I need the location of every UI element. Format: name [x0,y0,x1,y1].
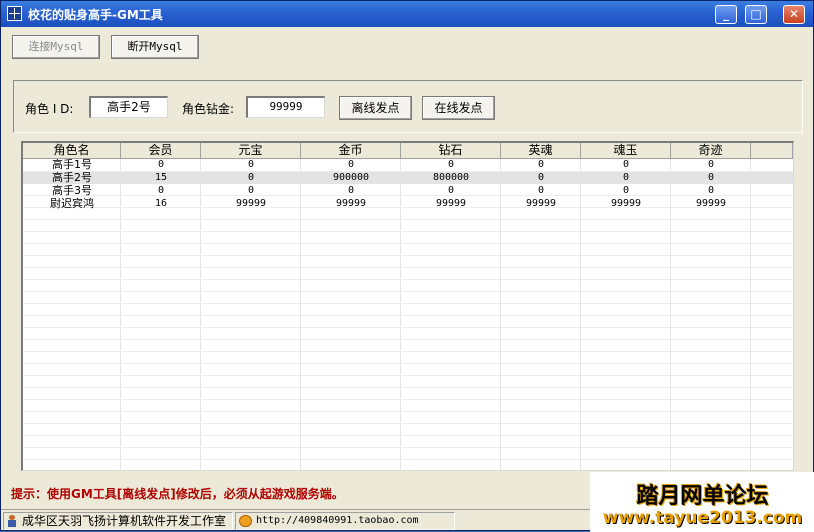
column-header[interactable]: 角色名 [23,143,121,159]
table-cell: 0 [347,185,355,196]
diamond-label: 角色钻金: [182,102,235,116]
table-cell: 99999 [610,198,642,209]
online-send-button[interactable]: 在线发点 [422,96,495,120]
close-button[interactable]: ✕ [783,5,805,24]
hint-text: 提示：使用GM工具[离线发点]修改后，必须从起游戏服务端。 [11,487,344,501]
watermark-url: www.tayue2013.com [602,508,803,528]
grid-row-line [23,267,793,268]
table-cell: 0 [447,185,455,196]
status-studio-text: 成华区天羽飞扬计算机软件开发工作室 [22,514,227,528]
table-row[interactable]: 高手2号 15 0 900000 800000 0 0 0 [23,171,793,184]
table-cell: 0 [707,172,715,183]
grid-row-line [23,255,793,256]
table-cell: 0 [247,159,255,170]
grid-row-line [23,411,793,412]
table-cell: 0 [707,185,715,196]
grid-row-line [23,447,793,448]
offline-send-button[interactable]: 离线发点 [339,96,412,120]
maximize-button[interactable]: □ [745,5,767,24]
table-cell: 99999 [525,198,557,209]
table-cell: 16 [154,198,168,209]
connect-mysql-button[interactable]: 连接Mysql [12,35,100,59]
grid-row-line [23,351,793,352]
table-cell: 高手2号 [52,171,92,184]
grid-row-line [23,387,793,388]
title-bar[interactable]: 校花的贴身高手-GM工具 _ □ ✕ [1,1,813,27]
role-id-input[interactable]: 高手2号 [89,96,168,118]
column-header-filler [751,143,793,159]
table-cell: 0 [537,185,545,196]
column-header[interactable]: 英魂 [501,143,581,159]
grid-row-line [23,399,793,400]
table-cell: 0 [707,159,715,170]
grid-header: 角色名 会员 元宝 金币 钻石 英魂 魂玉 奇迹 [23,143,793,159]
diamond-input[interactable]: 99999 [246,96,325,118]
grid-row-line [23,279,793,280]
person-icon [7,515,17,527]
table-cell: 0 [622,185,630,196]
grid-row-line [23,459,793,460]
table-row[interactable]: 尉迟宾鸿 16 99999 99999 99999 99999 99999 99999 [23,197,793,210]
column-header[interactable]: 会员 [121,143,201,159]
grid-row-line [23,375,793,376]
table-cell: 0 [157,159,165,170]
table-cell: 0 [537,159,545,170]
column-header[interactable]: 金币 [301,143,401,159]
table-cell: 尉迟宾鸿 [50,197,94,210]
table-cell: 900000 [332,172,370,183]
grid-row-line [23,303,793,304]
table-cell: 99999 [235,198,267,209]
watermark-title: 踏月网单论坛 [636,484,769,509]
table-cell: 0 [157,185,165,196]
status-url-text[interactable]: http://409840991.taobao.com [256,515,419,526]
table-cell: 0 [537,172,545,183]
table-cell: 99999 [335,198,367,209]
column-header[interactable]: 元宝 [201,143,301,159]
window-title: 校花的贴身高手-GM工具 [28,8,163,22]
table-cell: 0 [447,159,455,170]
disconnect-mysql-button[interactable]: 断开Mysql [111,35,199,59]
table-cell: 0 [347,159,355,170]
column-header[interactable]: 奇迹 [671,143,751,159]
forum-watermark: 踏月网单论坛 www.tayue2013.com [590,472,814,532]
table-cell: 高手1号 [52,158,92,171]
table-cell: 0 [247,185,255,196]
grid-row-line [23,327,793,328]
table-cell: 高手3号 [52,184,92,197]
minimize-button[interactable]: _ [715,5,737,24]
table-cell: 0 [622,172,630,183]
table-cell: 99999 [695,198,727,209]
table-cell: 800000 [432,172,470,183]
column-header[interactable]: 钻石 [401,143,501,159]
app-icon [7,6,22,21]
grid-row-line [23,231,793,232]
grid-row-line [23,219,793,220]
grid-row-line [23,423,793,424]
table-cell: 99999 [435,198,467,209]
status-url-pane[interactable]: http://409840991.taobao.com [235,512,455,530]
table-row[interactable]: 高手3号 0 0 0 0 0 0 0 [23,184,793,197]
grid-row-line [23,315,793,316]
main-window: 校花的贴身高手-GM工具 _ □ ✕ 连接Mysql 断开Mysql 角色 I … [0,0,814,532]
grid-row-line [23,339,793,340]
browser-icon [239,515,252,527]
table-cell: 15 [154,172,168,183]
grid-row-line [23,363,793,364]
grid-row-line [23,291,793,292]
role-data-grid[interactable]: 高手1号 0 0 0 0 0 0 0 高手2号 15 0 900000 800000 0 0 0 高手3号 0 0 0… [21,141,794,471]
grid-row-line [23,243,793,244]
status-studio-pane: 成华区天羽飞扬计算机软件开发工作室 [3,512,233,530]
role-id-label: 角色 I D: [25,102,74,116]
table-cell: 0 [622,159,630,170]
column-header[interactable]: 魂玉 [581,143,671,159]
table-cell: 0 [247,172,255,183]
table-row[interactable]: 高手1号 0 0 0 0 0 0 0 [23,158,793,171]
grid-row-line [23,435,793,436]
